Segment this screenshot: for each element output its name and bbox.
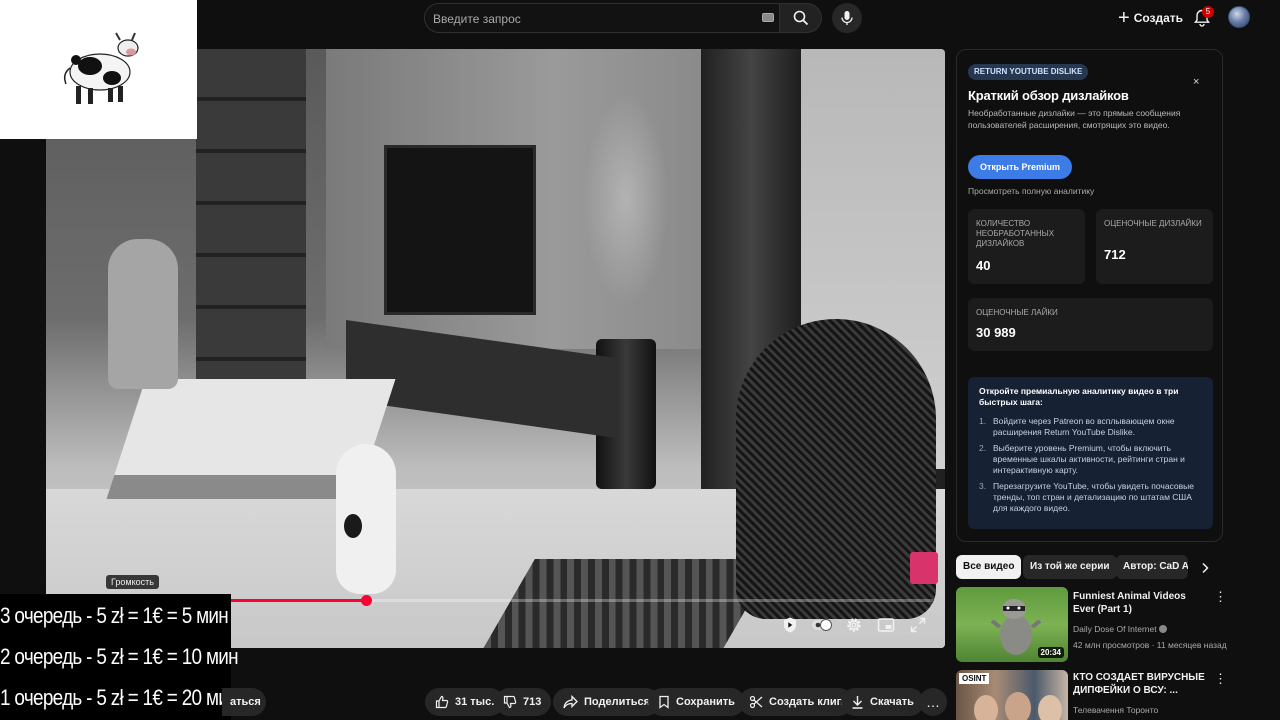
- miniplayer-icon: [877, 618, 895, 632]
- volume-tooltip: Громкость: [106, 575, 159, 589]
- chip-all-videos[interactable]: Все видео: [956, 555, 1022, 579]
- recommendation-meta: 42 млн просмотров · 11 месяцев назад: [1073, 640, 1227, 650]
- donation-queue-overlay: 3 очередь - 5 zł = 1€ = 5 мин 2 очередь …: [0, 594, 239, 720]
- sponsorblock-button[interactable]: [780, 615, 800, 635]
- stat-label: КОЛИЧЕСТВО НЕОБРАБОТАННЫХ ДИЗЛАЙКОВ: [976, 219, 1055, 248]
- ryd-badge: RETURN YOUTUBE DISLIKE: [968, 64, 1089, 80]
- share-label: Поделиться: [584, 696, 651, 708]
- cow-image: [63, 32, 139, 104]
- steps-list: 1. Войдите через Patreon во всплывающем о…: [979, 416, 1205, 519]
- stat-estimated-dislikes: ОЦЕНОЧНЫЕ ДИЗЛАЙКИ 712: [1096, 209, 1213, 284]
- create-label: Создать: [1133, 11, 1184, 25]
- chevron-right-icon[interactable]: [1200, 562, 1210, 574]
- thumbs-down-icon: [503, 695, 517, 709]
- toggle-icon: [812, 619, 832, 631]
- recommendation-channel[interactable]: Телевачення Торонто: [1073, 705, 1158, 715]
- faces-image: [974, 692, 1062, 720]
- stat-raw-dislikes: КОЛИЧЕСТВО НЕОБРАБОТАННЫХ ДИЗЛАЙКОВ 40: [968, 209, 1085, 284]
- stat-value: 712: [1104, 247, 1126, 262]
- like-count: 31 тыс.: [455, 696, 495, 708]
- search-box: [424, 3, 780, 33]
- step-item: 1. Войдите через Patreon во всплывающем о…: [979, 416, 1175, 437]
- channel-name: Телевачення Торонто: [1073, 705, 1159, 715]
- ryd-title: Краткий обзор дизлайков: [968, 88, 1129, 103]
- shield-play-icon: [784, 617, 796, 633]
- stat-label: ОЦЕНОЧНЫЕ ДИЗЛАЙКИ: [1104, 219, 1202, 228]
- more-vert-icon[interactable]: ⋮: [1214, 671, 1227, 687]
- microphone-icon: [841, 11, 853, 25]
- gear-icon: [847, 618, 861, 632]
- recommendation-thumbnail[interactable]: OSINT: [956, 670, 1068, 720]
- video-scene-plant: [566, 49, 686, 349]
- dislike-button[interactable]: 713: [495, 688, 552, 716]
- bookmark-icon: [659, 695, 669, 709]
- more-dots-icon: …: [926, 694, 940, 710]
- video-scene-wicker-chair: [736, 319, 936, 619]
- voice-search-button[interactable]: [832, 3, 862, 33]
- keyboard-icon[interactable]: [762, 13, 774, 22]
- channel-watermark-logo: [910, 552, 938, 584]
- video-scene-person: [108, 239, 178, 389]
- video-scene-tv: [384, 145, 536, 315]
- queue-line: 3 очередь - 5 zł = 1€ = 5 мин: [0, 603, 229, 628]
- ryd-panel: RETURN YOUTUBE DISLIKE × Краткий обзор д…: [956, 49, 1223, 542]
- plus-icon: +: [1118, 7, 1130, 29]
- search-input[interactable]: [433, 9, 733, 29]
- create-clip-button[interactable]: Создать клип: [739, 688, 854, 716]
- video-duration: 20:34: [1037, 647, 1064, 658]
- recommendation-title[interactable]: КТО СОЗДАЕТ ВИРУСНЫЕ ДИПФЕЙКИ О ВСУ: ...: [1073, 671, 1208, 697]
- miniplayer-button[interactable]: [876, 615, 896, 635]
- settings-button[interactable]: [844, 615, 864, 635]
- verified-icon: [1158, 625, 1167, 633]
- create-button[interactable]: + Создать: [1112, 5, 1189, 31]
- stat-value: 40: [976, 258, 991, 273]
- queue-line: 2 очередь - 5 zł = 1€ = 10 мин: [0, 644, 239, 669]
- expand-icon: [910, 617, 926, 633]
- scissors-icon: [749, 695, 763, 709]
- youtube-watch-page: + Создать 5 Громкость: [0, 0, 1280, 720]
- search-icon: [793, 10, 808, 26]
- thumbs-up-icon: [435, 695, 449, 709]
- step-item: 3. Перезагрузите YouTube, чтобы увидеть п…: [979, 481, 1194, 513]
- step-item: 2. Выберите уровень Premium, чтобы включи…: [979, 443, 1185, 475]
- stat-estimated-likes: ОЦЕНОЧНЫЕ ЛАЙКИ 30 989: [968, 298, 1213, 351]
- stat-label: ОЦЕНОЧНЫЕ ЛАЙКИ: [976, 308, 1058, 317]
- chip-author[interactable]: Автор: CaD Ani: [1116, 555, 1188, 579]
- ryd-description: Необработанные дизлайки — это прямые соо…: [968, 108, 1181, 130]
- save-label: Сохранить: [676, 696, 735, 708]
- queue-line: 1 очередь - 5 zł = 1€ = 20 мин: [0, 685, 239, 710]
- notifications-badge: 5: [1202, 6, 1214, 18]
- create-clip-label: Создать клип: [769, 696, 844, 708]
- save-button[interactable]: Сохранить: [648, 688, 745, 716]
- progress-scrubber[interactable]: [360, 595, 372, 606]
- dislike-count: 713: [523, 696, 542, 708]
- channel-name: Daily Dose Of Internet: [1073, 624, 1157, 634]
- full-analytics-link[interactable]: Просмотреть полную аналитику: [968, 186, 1094, 196]
- open-premium-button[interactable]: Открыть Premium: [968, 155, 1073, 179]
- recommendation-title[interactable]: Funniest Animal Videos Ever (Part 1): [1073, 590, 1208, 616]
- dancing-cow-overlay: [0, 0, 197, 139]
- chip-same-series[interactable]: Из той же серии: [1023, 555, 1117, 579]
- search-button[interactable]: [780, 3, 822, 33]
- download-label: Скачать: [870, 696, 914, 708]
- premium-steps-box: Откройте премиальную аналитику видео в т…: [968, 377, 1213, 529]
- stat-value: 30 989: [976, 325, 1016, 340]
- video-scene-cat: [336, 444, 396, 594]
- steps-title: Откройте премиальную аналитику видео в т…: [979, 386, 1179, 407]
- video-scene-shelf: [196, 49, 306, 389]
- download-icon: [852, 696, 863, 709]
- share-button[interactable]: Поделиться: [553, 688, 661, 716]
- like-button[interactable]: 31 тыс.: [425, 688, 505, 716]
- autoplay-toggle[interactable]: [811, 615, 833, 635]
- recommendation-thumbnail[interactable]: 20:34: [956, 587, 1068, 662]
- more-vert-icon[interactable]: ⋮: [1214, 589, 1227, 605]
- more-actions-button[interactable]: …: [919, 688, 947, 716]
- fullscreen-button[interactable]: [908, 615, 928, 635]
- close-icon[interactable]: ×: [1193, 76, 1199, 88]
- share-icon: [563, 695, 578, 709]
- subscribe-button[interactable]: аться: [222, 688, 266, 716]
- recommendation-channel[interactable]: Daily Dose Of Internet: [1073, 624, 1167, 634]
- avatar[interactable]: [1228, 6, 1250, 28]
- download-button[interactable]: Скачать: [841, 688, 924, 716]
